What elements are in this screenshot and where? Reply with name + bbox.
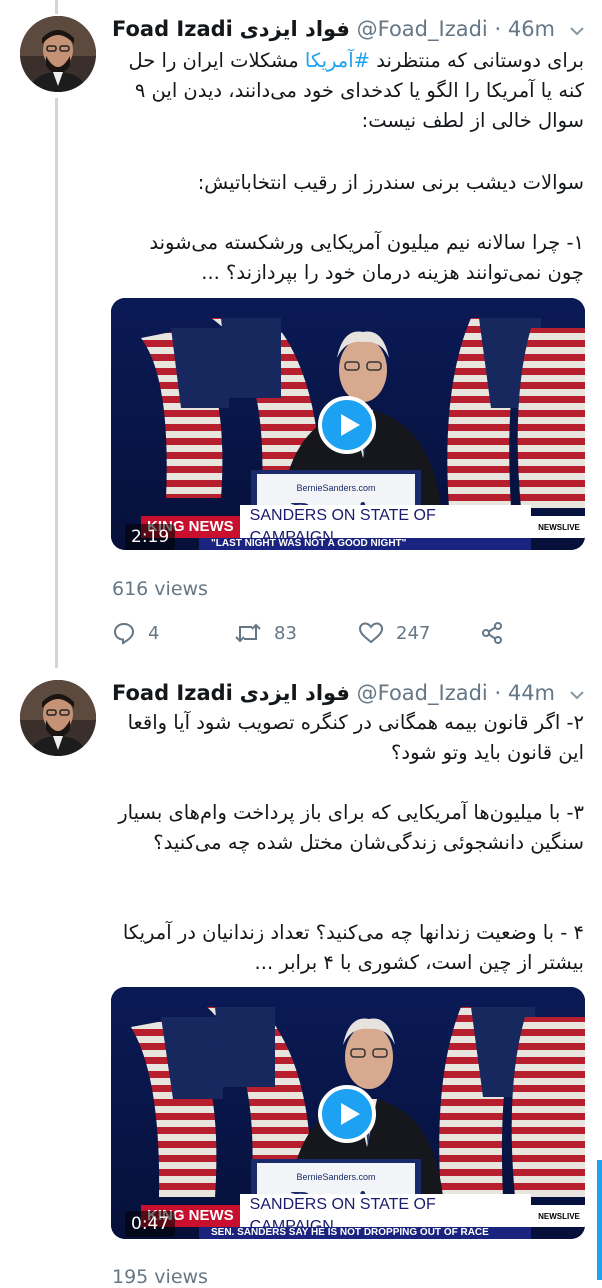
tweet-paragraph: ۱- چرا سالانه نیم میلیون آمریکایی ورشکست…: [143, 231, 584, 284]
podium-site-text: BernieSanders.com: [296, 1172, 375, 1182]
avatar[interactable]: [20, 16, 96, 92]
tweet-paragraph: ۴ - با وضعیت زندانها چه می‌کنید؟ تعداد ز…: [116, 921, 584, 974]
thread-line-middle: [55, 98, 58, 668]
timestamp[interactable]: 44m: [508, 681, 555, 705]
like-button[interactable]: 247: [358, 618, 430, 648]
network-logo: NEWSLIVE: [531, 1205, 585, 1227]
news-ticker: KING NEWS SANDERS ON STATE OF CAMPAIGN N…: [141, 505, 585, 549]
tweet-actions: 4 83 247: [112, 618, 512, 648]
tweet-paragraph: ۲- اگر قانون بیمه همگانی در کنگره تصویب …: [121, 711, 584, 764]
timestamp[interactable]: 46m: [508, 17, 555, 41]
hashtag-link[interactable]: #آمریکا: [305, 49, 370, 72]
scroll-indicator[interactable]: [597, 1160, 602, 1280]
video-duration: 0:47: [125, 1211, 176, 1237]
tweet-paragraph: سوالات دیشب برنی سندرز از رقیب انتخاباتی…: [197, 171, 584, 194]
tweet-header: Foad Izadi فواد ایزدی @Foad_Izadi · 46m: [112, 14, 568, 44]
handle[interactable]: @Foad_Izadi: [357, 681, 488, 705]
separator: ·: [494, 681, 502, 705]
reply-button[interactable]: 4: [112, 618, 159, 648]
video-player[interactable]: BernieSanders.com Bernie KING NEWS SANDE…: [111, 987, 585, 1239]
share-icon: [482, 622, 502, 644]
ticker-subline: SEN. SANDERS SAY HE IS NOT DROPPING OUT …: [199, 1227, 531, 1239]
view-count: 616 views: [112, 578, 208, 600]
retweet-count: 83: [274, 622, 297, 644]
display-name-fa[interactable]: فواد ایزدی: [240, 681, 350, 705]
news-ticker: KING NEWS SANDERS ON STATE OF CAMPAIGN N…: [141, 1194, 585, 1238]
tweet-text-part: برای دوستانی که منتظرند: [370, 49, 584, 72]
tweet-text: برای دوستانی که منتظرند #آمریکا مشکلات ا…: [112, 46, 585, 136]
display-name-fa[interactable]: فواد ایزدی: [240, 17, 350, 41]
like-count: 247: [396, 622, 431, 644]
play-button[interactable]: [318, 1085, 376, 1143]
podium-site-text: BernieSanders.com: [296, 483, 375, 493]
tweet-paragraph: ۳- با میلیون‌ها آمریکایی که برای باز پرد…: [112, 801, 584, 854]
display-name[interactable]: Foad Izadi: [112, 17, 233, 41]
avatar[interactable]: [20, 680, 96, 756]
network-logo: NEWSLIVE: [531, 516, 585, 538]
retweet-button[interactable]: 83: [234, 618, 297, 648]
handle[interactable]: @Foad_Izadi: [357, 17, 488, 41]
play-icon: [341, 414, 360, 436]
play-icon: [341, 1103, 360, 1125]
video-player[interactable]: BernieSanders.com Bernie KING NEWS SANDE…: [111, 298, 585, 550]
play-button[interactable]: [318, 396, 376, 454]
chevron-down-icon[interactable]: [568, 686, 586, 704]
display-name[interactable]: Foad Izadi: [112, 681, 233, 705]
view-count: 195 views: [112, 1266, 208, 1288]
chevron-down-icon[interactable]: [568, 22, 586, 40]
reply-icon: [113, 622, 135, 645]
separator: ·: [494, 17, 502, 41]
thread-line-top: [55, 0, 58, 14]
like-icon: [358, 622, 384, 644]
video-duration: 2:19: [125, 524, 176, 550]
tweet-header: Foad Izadi فواد ایزدی @Foad_Izadi · 44m: [112, 678, 568, 708]
ticker-subline: "LAST NIGHT WAS NOT A GOOD NIGHT": [199, 538, 531, 550]
reply-count: 4: [148, 622, 160, 644]
retweet-icon: [235, 623, 261, 643]
share-button[interactable]: [480, 618, 516, 648]
